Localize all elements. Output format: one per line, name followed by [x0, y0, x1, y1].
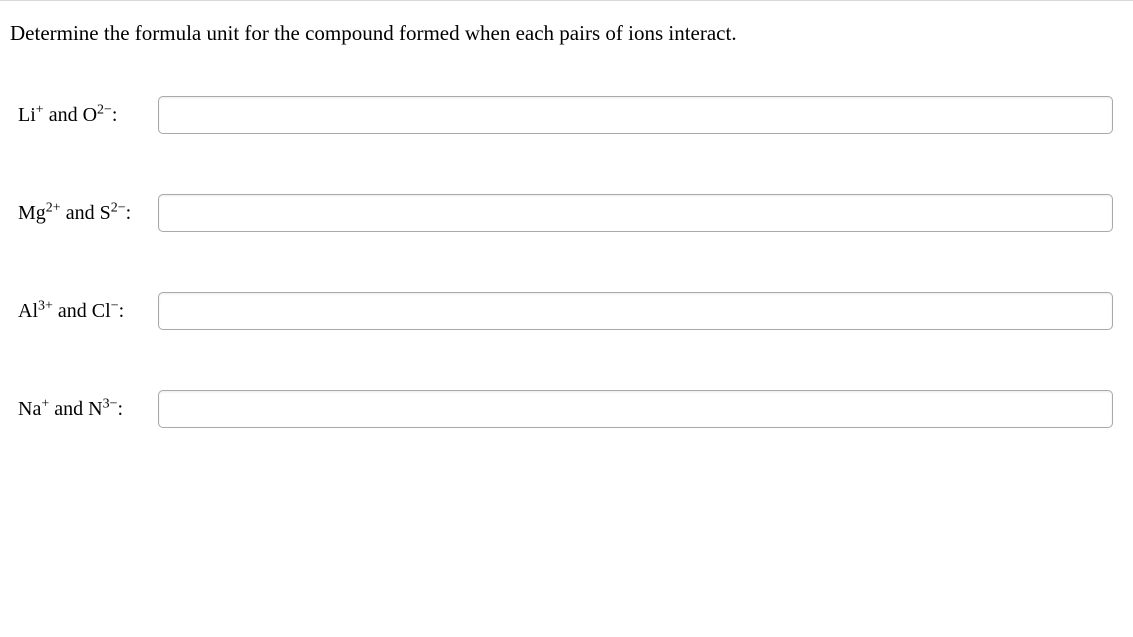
- answer-input-3[interactable]: [158, 292, 1113, 330]
- input-row: Al3+ and Cl−:: [10, 292, 1123, 330]
- ion-pair-label-4: Na+ and N3−:: [18, 398, 158, 421]
- input-row: Mg2+ and S2−:: [10, 194, 1123, 232]
- ion-pair-label-3: Al3+ and Cl−:: [18, 300, 158, 323]
- question-prompt: Determine the formula unit for the compo…: [10, 21, 1123, 46]
- input-row: Na+ and N3−:: [10, 390, 1123, 428]
- ion-pair-label-1: Li+ and O2−:: [18, 104, 158, 127]
- answer-input-2[interactable]: [158, 194, 1113, 232]
- answer-input-4[interactable]: [158, 390, 1113, 428]
- answer-input-1[interactable]: [158, 96, 1113, 134]
- ion-pair-label-2: Mg2+ and S2−:: [18, 202, 158, 225]
- question-container: Determine the formula unit for the compo…: [0, 0, 1133, 498]
- input-row: Li+ and O2−:: [10, 96, 1123, 134]
